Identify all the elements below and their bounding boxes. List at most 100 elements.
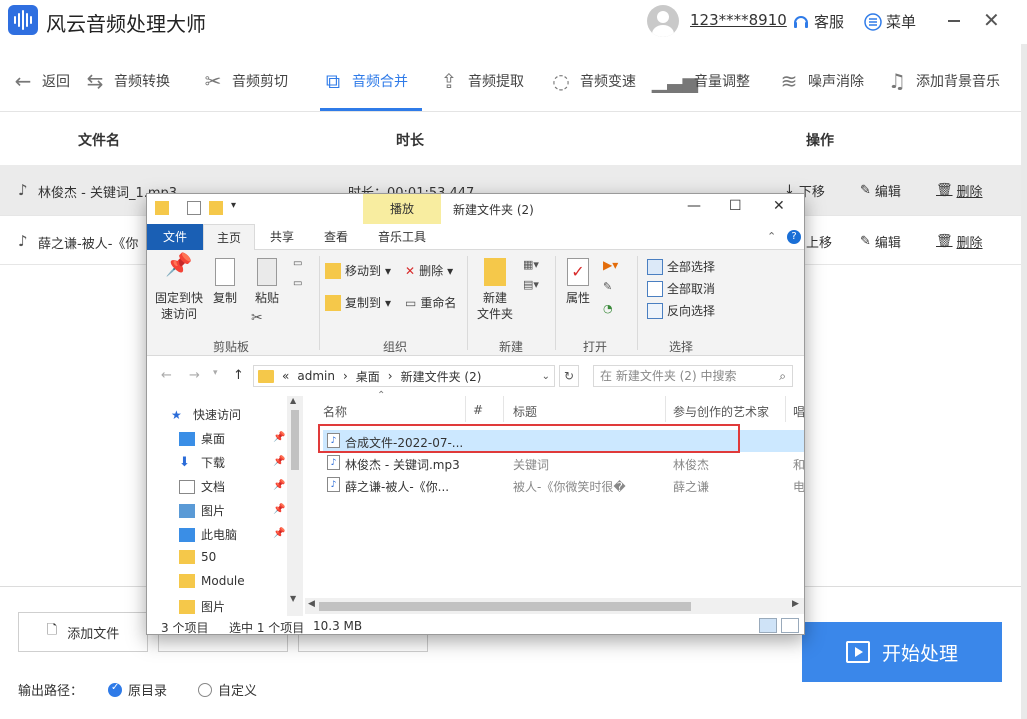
tab-home[interactable]: 主页 [203,224,255,251]
nav-item-desktop[interactable]: 桌面 [179,430,225,447]
column-header-artist[interactable]: 参与创作的艺术家 [673,403,769,420]
close-button[interactable]: ✕ [983,10,1000,30]
scroll-down-icon[interactable]: ▼ [290,594,296,603]
minimize-button[interactable]: — [687,198,701,214]
nav-item-folder-pictures[interactable]: 图片 [179,598,225,615]
tab-share[interactable]: 共享 [259,224,305,250]
scroll-right-icon[interactable]: ▶ [792,599,799,609]
nav-item-documents[interactable]: 文档 [179,478,225,495]
nav-item-folder-50[interactable]: 50 [179,550,216,564]
scroll-left-icon[interactable]: ◀ [308,599,315,609]
copy-to-button[interactable]: 复制到 ▾ [325,294,391,311]
details-view-icon[interactable] [759,618,777,633]
nav-scrollbar[interactable]: ▲ ▼ [287,396,303,616]
history-icon[interactable]: ◔ [603,302,613,315]
column-header-number[interactable]: # [473,403,483,417]
help-icon[interactable]: ? [787,230,801,244]
user-account-link[interactable]: 123****8910 [690,11,787,29]
up-arrow-icon[interactable]: ↑ [233,368,244,383]
close-button[interactable]: ✕ [773,198,785,214]
radio-original-dir[interactable]: 原目录 [108,680,167,699]
recent-dropdown-icon[interactable]: ▾ [213,368,218,378]
properties-icon[interactable] [187,201,201,215]
chevron-down-icon[interactable]: ⌄ [542,371,550,382]
move-to-button[interactable]: 移动到 ▾ [325,262,391,279]
breadcrumb-desktop[interactable]: 桌面 [356,368,380,385]
nav-item-pictures[interactable]: 图片 [179,502,225,519]
tool-noise-removal[interactable]: ≋ 噪声消除 [776,66,864,96]
column-header-name[interactable]: 名称 [323,403,347,420]
copy-path-icon[interactable]: ▭ [293,258,302,269]
scroll-thumb[interactable] [319,602,691,611]
address-bar[interactable]: « admin › 桌面 › 新建文件夹 (2) ⌄ [253,365,555,387]
properties-button[interactable]: ✓ 属性 [561,258,595,306]
user-avatar[interactable] [647,5,679,37]
nav-item-downloads[interactable]: ⬇ 下载 [179,454,225,471]
back-arrow-icon[interactable]: ← [161,368,172,383]
tab-view[interactable]: 查看 [313,224,359,250]
select-none-button[interactable]: 全部取消 [647,280,715,297]
edit-button[interactable]: ✎ 编辑 [860,232,901,251]
invert-selection-button[interactable]: 反向选择 [647,302,715,319]
menu-button[interactable]: 菜单 [864,11,916,32]
scrollbar[interactable] [1021,44,1027,719]
file-row[interactable]: ♪ 林俊杰 - 关键词.mp3 关键词 林俊杰 和 [323,452,804,474]
divider [665,396,666,422]
tool-audio-cut[interactable]: ✂ 音频剪切 [200,66,288,96]
delete-button[interactable]: 🗑 删除 [936,232,983,251]
forward-arrow-icon[interactable]: → [189,368,200,383]
column-header-album[interactable]: 唱 [793,403,804,420]
search-input[interactable]: 在 新建文件夹 (2) 中搜索 ⌕ [593,365,793,387]
minimize-button[interactable] [948,20,960,22]
column-header-title[interactable]: 标题 [513,403,537,420]
new-item-icon[interactable]: ▦▾ [523,258,539,271]
copy-button[interactable]: 复制 [209,258,241,306]
cut-icon[interactable]: ✂ [251,310,263,326]
open-icon[interactable]: ▶▾ [603,258,618,272]
tool-audio-convert[interactable]: ⇆ 音频转换 [82,66,170,96]
maximize-button[interactable]: ☐ [729,198,742,214]
horizontal-scrollbar[interactable]: ◀ ▶ [305,598,804,614]
tool-label: 音频提取 [468,74,524,90]
refresh-button[interactable]: ↻ [559,365,579,387]
add-file-button[interactable]: 🗋 添加文件 [18,612,148,652]
new-folder-button[interactable]: 新建 文件夹 [475,258,515,322]
nav-item-this-pc[interactable]: 此电脑 [179,526,237,543]
rename-button[interactable]: ▭ 重命名 [405,294,456,311]
start-process-button[interactable]: 开始处理 [802,622,1002,682]
tool-audio-extract[interactable]: ⇪ 音频提取 [436,66,524,96]
radio-custom-dir[interactable]: 自定义 [198,680,257,699]
delete-button[interactable]: ✕ 删除 ▾ [405,262,453,279]
context-tab-play[interactable]: 播放 [363,194,441,224]
edit-icon[interactable]: ✎ [603,280,612,293]
tab-music-tools[interactable]: 音乐工具 [365,224,439,250]
tab-file[interactable]: 文件 [147,224,203,250]
tool-volume-adjust[interactable]: ▁▃▅ 音量调整 [652,66,750,96]
new-folder-icon[interactable] [209,201,223,215]
pin-quick-access-button[interactable]: 📌 固定到快 速访问 [153,255,205,322]
paste-shortcut-icon[interactable]: ▭ [293,278,302,289]
easy-access-icon[interactable]: ▤▾ [523,278,539,291]
tool-audio-speed[interactable]: ◌ 音频变速 [548,66,636,96]
move-up-button[interactable]: 上移 [806,232,832,251]
breadcrumb-admin[interactable]: admin [297,369,335,383]
customer-service-button[interactable]: 客服 [792,11,844,32]
nav-item-folder-module[interactable]: Module [179,574,245,588]
scroll-thumb[interactable] [291,410,299,470]
tool-add-bgm[interactable]: ♫ 添加背景音乐 [884,66,1000,96]
select-all-button[interactable]: 全部选择 [647,258,715,275]
collapse-ribbon-icon[interactable]: ⌃ [767,230,776,243]
scroll-up-icon[interactable]: ▲ [290,396,296,405]
arrow-left-icon: ← [14,69,32,93]
tool-audio-merge[interactable]: ⧉ 音频合并 [320,66,408,96]
back-button[interactable]: ← 返回 [10,66,70,96]
dropdown-icon[interactable]: ▾ [231,200,236,211]
large-icons-view-icon[interactable] [781,618,799,633]
delete-button[interactable]: 🗑 删除 [936,181,983,200]
file-row[interactable]: ♪ 薛之谦-被人-《你... 被人-《你微笑时很� 薛之谦 电 [323,474,804,496]
nav-label: 快速访问 [193,408,242,422]
paste-button[interactable]: 粘贴 [251,258,283,306]
nav-item-quick-access[interactable]: ★ 快速访问 [171,406,241,423]
breadcrumb-current-folder[interactable]: 新建文件夹 (2) [401,368,482,385]
edit-button[interactable]: ✎ 编辑 [860,181,901,200]
